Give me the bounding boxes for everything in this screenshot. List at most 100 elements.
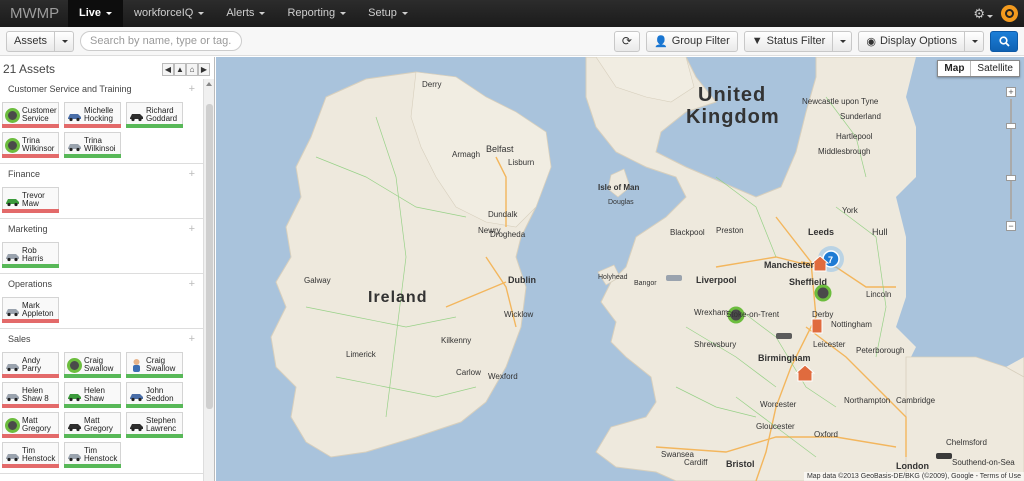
asset-name-line: Maw	[22, 199, 39, 208]
zoom-control: + −	[1006, 87, 1016, 232]
asset-card[interactable]: Mark Appleton	[2, 297, 59, 323]
user-icon: 👤	[653, 35, 668, 48]
status-filter-button[interactable]: ▼ Status Filter	[743, 30, 834, 52]
cluster-count: 7	[828, 255, 833, 265]
status-bar	[64, 124, 121, 128]
place-label: Hartlepool	[836, 132, 873, 141]
asset-card[interactable]: Richard Goddard	[126, 102, 183, 128]
asset-count: 21 Assets	[3, 62, 56, 76]
place-label: Nottingham	[831, 320, 872, 329]
map-canvas[interactable]: United Kingdom Ireland Belfast Dublin Is…	[216, 57, 1024, 481]
asset-card[interactable]: John Seddon	[126, 382, 183, 408]
car-icon	[5, 248, 20, 263]
place-label: Middlesbrough	[818, 147, 870, 156]
place-label: Northampton	[844, 396, 890, 405]
status-bar	[2, 124, 59, 128]
display-options-button[interactable]: ◉ Display Options	[858, 30, 965, 52]
nav-alerts[interactable]: Alerts	[215, 0, 276, 27]
scrollbar-thumb[interactable]	[206, 104, 213, 409]
next-icon[interactable]: ▶	[198, 62, 210, 76]
group-assets: Mark Appleton	[0, 294, 203, 329]
asset-name: Matt Gregory	[20, 417, 58, 433]
north-sea	[896, 57, 1024, 387]
status-bar	[2, 154, 59, 158]
map-view[interactable]: United Kingdom Ireland Belfast Dublin Is…	[216, 57, 1024, 481]
app-brand[interactable]: MWMP	[0, 5, 68, 22]
chevron-down-icon	[340, 12, 347, 15]
asset-name-line: Hocking	[84, 114, 113, 123]
assets-button[interactable]: Assets	[6, 30, 56, 52]
asset-card[interactable]: Stephen Lawrenc	[126, 412, 183, 438]
car-icon	[129, 418, 144, 433]
group-header[interactable]: Finance +	[0, 164, 203, 184]
car-icon	[5, 388, 20, 403]
expand-icon[interactable]: +	[189, 168, 195, 180]
map-copyright[interactable]: Map data ©2013 GeoBasis-DE/BKG (©2009), …	[803, 472, 1024, 481]
car-icon	[129, 108, 144, 123]
up-icon[interactable]: ▲	[174, 62, 186, 76]
sidebar-scrollbar[interactable]	[203, 79, 214, 481]
asset-card[interactable]: Tim Henstock	[2, 442, 59, 468]
asset-name-line: Swallow	[84, 364, 114, 373]
asset-name-line: Wilkinsoi	[84, 144, 116, 153]
nav-setup[interactable]: Setup	[357, 0, 419, 27]
assets-caret-button[interactable]	[55, 30, 75, 52]
asset-card[interactable]: Rob Harris	[2, 242, 59, 268]
home-icon[interactable]: ⌂	[186, 62, 198, 76]
asset-card[interactable]: Matt Gregory	[2, 412, 59, 438]
asset-name: Tim Henstock	[82, 447, 120, 463]
zoom-handle[interactable]	[1006, 175, 1016, 181]
asset-card[interactable]: Helen Shaw 8	[2, 382, 59, 408]
place-label: Lisburn	[508, 158, 534, 167]
car-icon	[5, 358, 20, 373]
nav-live[interactable]: Live	[68, 0, 124, 27]
group-assets: Rob Harris	[0, 239, 203, 274]
asset-card[interactable]: Trina Wilkinsoi	[64, 132, 121, 158]
asset-card[interactable]: Trina Wilkinsor	[2, 132, 59, 158]
group-title: Operations	[8, 279, 53, 289]
zoom-track[interactable]	[1010, 99, 1012, 219]
group-filter-button[interactable]: 👤 Group Filter	[645, 30, 738, 52]
map-type-satellite[interactable]: Satellite	[970, 61, 1019, 76]
status-filter-caret[interactable]	[833, 30, 853, 52]
asset-card[interactable]: Customer Service	[2, 102, 59, 128]
asset-name: Andy Parry	[20, 357, 58, 373]
group-assets: Andy Parry Craig Swallow Craig Swallow Helen Sh…	[0, 349, 203, 474]
car-icon	[5, 303, 20, 318]
asset-card[interactable]: Craig Swallow	[64, 352, 121, 378]
zoom-in-button[interactable]: +	[1006, 87, 1016, 97]
expand-icon[interactable]: +	[189, 223, 195, 235]
expand-icon[interactable]: +	[189, 333, 195, 345]
nav-reporting[interactable]: Reporting	[276, 0, 357, 27]
zoom-out-button[interactable]: −	[1006, 221, 1016, 231]
display-options-caret[interactable]	[965, 30, 984, 52]
group-header[interactable]: Marketing +	[0, 219, 203, 239]
asset-card[interactable]: Helen Shaw	[64, 382, 121, 408]
group-header[interactable]: Customer Service and Training +	[0, 79, 203, 99]
search-input[interactable]	[80, 31, 243, 51]
gear-icon[interactable]: ⚙	[973, 6, 993, 22]
expand-icon[interactable]: +	[189, 278, 195, 290]
nav-workforceiq[interactable]: workforceIQ	[123, 0, 215, 27]
refresh-button[interactable]: ⟳	[613, 30, 640, 52]
scroll-up-icon[interactable]	[206, 82, 212, 86]
search-button[interactable]	[990, 30, 1018, 52]
user-badge-icon[interactable]	[1001, 5, 1018, 22]
asset-name: Trina Wilkinsor	[20, 137, 58, 153]
zoom-mark[interactable]	[1006, 123, 1016, 129]
group-header[interactable]: Operations +	[0, 274, 203, 294]
asset-name-line: Goddard	[146, 114, 178, 123]
asset-card[interactable]: Craig Swallow	[126, 352, 183, 378]
map-type-map[interactable]: Map	[938, 61, 970, 76]
asset-card[interactable]: Andy Parry	[2, 352, 59, 378]
asset-card[interactable]: Michelle Hocking	[64, 102, 121, 128]
asset-card[interactable]: Trevor Maw	[2, 187, 59, 213]
expand-icon[interactable]: +	[189, 83, 195, 95]
asset-card[interactable]: Tim Henstock	[64, 442, 121, 468]
asset-card[interactable]: Matt Gregory	[64, 412, 121, 438]
prev-icon[interactable]: ◀	[162, 62, 174, 76]
asset-name: Craig Swallow	[144, 357, 182, 373]
group-header[interactable]: Sales +	[0, 329, 203, 349]
place-label: Blackpool	[670, 228, 705, 237]
chevron-down-icon	[198, 12, 205, 15]
